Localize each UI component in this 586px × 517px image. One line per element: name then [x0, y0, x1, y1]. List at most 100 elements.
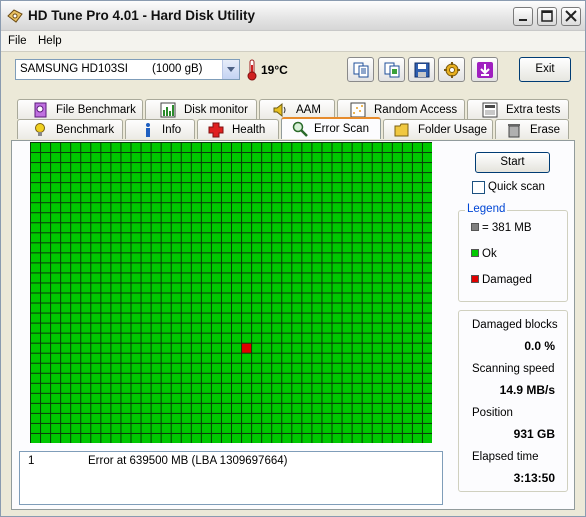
drive-select[interactable]: SAMSUNG HD103SI (1000 gB)	[15, 59, 240, 80]
tab-aam[interactable]: AAM	[259, 99, 335, 119]
scan-block-ok	[71, 173, 81, 183]
tab-disk-monitor[interactable]: Disk monitor	[145, 99, 257, 119]
scan-block-ok	[302, 323, 312, 333]
scan-block-ok	[322, 283, 332, 293]
scan-block-ok	[272, 213, 282, 223]
scan-block-ok	[71, 273, 81, 283]
scan-block-ok	[392, 213, 402, 223]
scan-block-ok	[41, 273, 51, 283]
tab-benchmark[interactable]: Benchmark	[17, 119, 123, 139]
scan-block-ok	[91, 163, 101, 173]
scan-block-ok	[352, 223, 362, 233]
scan-block-ok	[382, 313, 392, 323]
scan-block-ok	[201, 243, 211, 253]
scan-block-ok	[282, 213, 292, 223]
scan-block-ok	[232, 233, 242, 243]
scan-block-ok	[201, 423, 211, 433]
tab-health[interactable]: Health	[197, 119, 279, 139]
tab-erase[interactable]: Erase	[495, 119, 569, 139]
scan-block-ok	[392, 303, 402, 313]
scan-block-ok	[322, 303, 332, 313]
scan-block-ok	[201, 333, 211, 343]
scan-block-ok	[101, 373, 111, 383]
menu-file[interactable]: File	[8, 35, 27, 47]
scan-block-ok	[111, 423, 121, 433]
scan-block-ok	[151, 333, 161, 343]
scan-block-ok	[272, 373, 282, 383]
quick-scan-checkbox[interactable]	[472, 181, 485, 194]
copy-text-button[interactable]	[347, 57, 374, 82]
scan-block-ok	[362, 393, 372, 403]
scan-block-ok	[91, 413, 101, 423]
scan-block-ok	[181, 193, 191, 203]
error-log-list[interactable]: 1 Error at 639500 MB (LBA 1309697664)	[19, 451, 443, 505]
minimize-icon	[519, 19, 527, 21]
scan-block-ok	[71, 303, 81, 313]
tab-extra-tests[interactable]: Extra tests	[467, 99, 569, 119]
scan-block-ok	[131, 313, 141, 323]
scan-block-ok	[312, 173, 322, 183]
scan-block-ok	[121, 303, 131, 313]
scan-block-ok	[41, 293, 51, 303]
scan-block-ok	[402, 343, 412, 353]
tab-random-access[interactable]: Random Access	[337, 99, 465, 119]
scan-block-ok	[71, 283, 81, 293]
scan-block-ok	[191, 143, 201, 153]
scan-block-ok	[211, 293, 221, 303]
exit-button[interactable]: Exit	[519, 57, 571, 82]
scan-block-ok	[151, 143, 161, 153]
scan-block-ok	[151, 313, 161, 323]
close-button[interactable]	[561, 7, 581, 26]
scan-block-ok	[141, 253, 151, 263]
maximize-button[interactable]	[537, 7, 557, 26]
chevron-down-icon[interactable]	[222, 60, 239, 79]
minimize-button[interactable]	[513, 7, 533, 26]
download-button[interactable]	[471, 57, 498, 82]
scan-block-ok	[342, 383, 352, 393]
scan-block-ok	[292, 273, 302, 283]
start-button[interactable]: Start	[475, 152, 550, 173]
scan-block-ok	[101, 183, 111, 193]
scan-block-ok	[322, 353, 332, 363]
scan-block-ok	[422, 143, 432, 153]
scan-block-ok	[292, 293, 302, 303]
scan-block-ok	[61, 343, 71, 353]
scan-block-ok	[71, 213, 81, 223]
scan-block-ok	[292, 393, 302, 403]
tab-error-scan[interactable]: Error Scan	[281, 117, 381, 139]
scan-block-ok	[312, 433, 322, 443]
scan-block-ok	[352, 213, 362, 223]
scan-block-ok	[242, 233, 252, 243]
scan-block-ok	[71, 153, 81, 163]
scan-block-ok	[191, 363, 201, 373]
scan-block-ok	[211, 153, 221, 163]
scan-block-ok	[101, 163, 111, 173]
scan-block-ok	[252, 403, 262, 413]
scan-block-ok	[372, 383, 382, 393]
tab-file-benchmark[interactable]: File Benchmark	[17, 99, 143, 119]
save-button[interactable]	[408, 57, 435, 82]
scan-block-ok	[31, 333, 41, 343]
copy-screenshot-button[interactable]	[378, 57, 405, 82]
menu-help[interactable]: Help	[38, 35, 62, 47]
position-label: Position	[472, 407, 513, 419]
scan-block-ok	[312, 243, 322, 253]
scan-block-ok	[232, 263, 242, 273]
options-button[interactable]	[438, 57, 465, 82]
scan-block-ok	[71, 233, 81, 243]
scan-block-ok	[91, 203, 101, 213]
tab-label: Disk monitor	[184, 104, 248, 116]
scan-block-ok	[191, 403, 201, 413]
scan-block-ok	[121, 433, 131, 443]
scan-block-ok	[111, 143, 121, 153]
scan-block-ok	[272, 403, 282, 413]
tab-info[interactable]: Info	[125, 119, 195, 139]
scan-block-ok	[262, 193, 272, 203]
scan-block-ok	[402, 433, 412, 443]
scan-block-ok	[181, 393, 191, 403]
scan-block-ok	[201, 313, 211, 323]
title-bar[interactable]: HD Tune Pro 4.01 - Hard Disk Utility	[1, 1, 585, 31]
scan-block-ok	[362, 273, 372, 283]
tab-folder-usage[interactable]: Folder Usage	[383, 119, 493, 139]
scan-block-ok	[111, 273, 121, 283]
